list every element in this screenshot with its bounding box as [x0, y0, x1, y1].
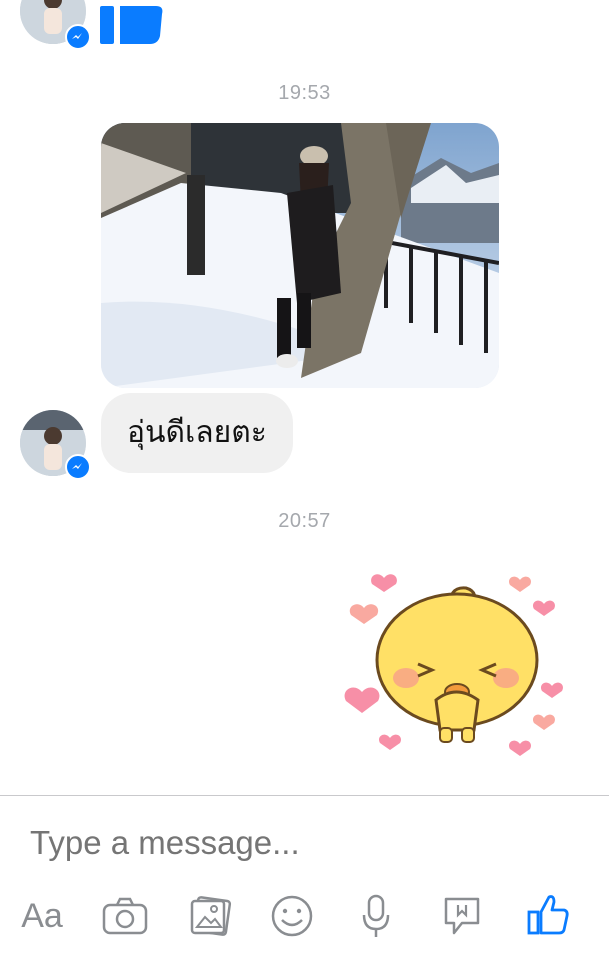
composer-divider [0, 795, 609, 796]
text-size-button[interactable]: Aa [12, 888, 72, 944]
emoji-button[interactable] [262, 888, 322, 944]
incoming-message-bubble[interactable]: อุ่นดีเลยตะ [101, 393, 293, 473]
messenger-badge-icon [65, 454, 91, 480]
photo-message[interactable] [101, 123, 499, 388]
sticker-icon [444, 897, 480, 935]
sticker-button[interactable] [432, 888, 492, 944]
like-icon [527, 895, 569, 935]
chick-sticker[interactable] [340, 560, 570, 770]
camera-button[interactable] [95, 888, 155, 944]
gallery-button[interactable] [180, 888, 240, 944]
text-size-icon: Aa [21, 896, 63, 935]
camera-icon [102, 897, 148, 935]
message-input[interactable] [30, 820, 590, 866]
timestamp: 20:57 [278, 510, 331, 532]
messenger-badge-icon [65, 24, 91, 50]
like-sticker-icon [100, 6, 163, 44]
emoji-icon [271, 895, 313, 937]
photo-snow-scene [101, 123, 499, 388]
gallery-icon [190, 896, 232, 936]
voice-button[interactable] [346, 888, 406, 944]
like-button[interactable] [518, 886, 578, 942]
microphone-icon [362, 894, 390, 937]
timestamp: 19:53 [278, 82, 331, 104]
